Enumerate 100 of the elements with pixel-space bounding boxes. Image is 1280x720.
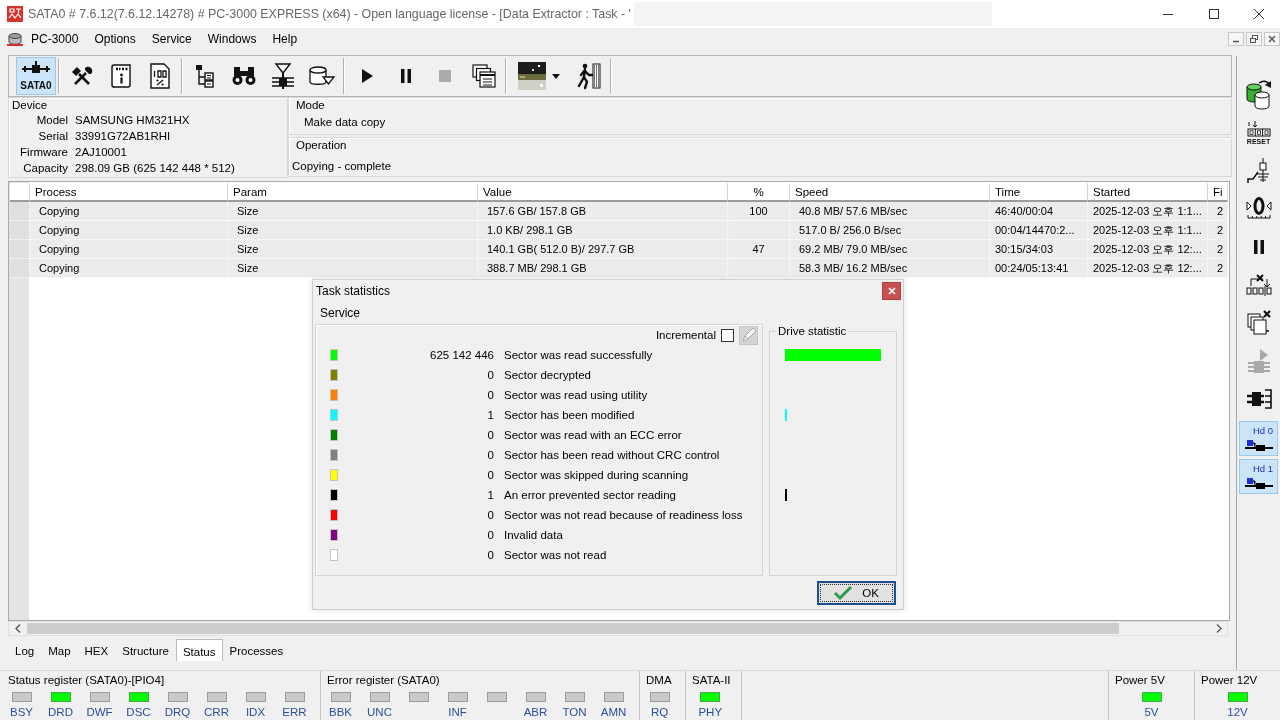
tab[interactable]: HEX [77,641,116,661]
table-cell: 2 [1208,259,1228,278]
table-cell: 1.0 KB/ 298.1 GB [478,221,728,240]
table-cell: 140.1 GB( 512.0 B)/ 297.7 GB [478,240,728,259]
table-cell: 30:15/34:03 [990,240,1088,259]
close-button[interactable] [1264,32,1280,46]
checkbox-label: Incremental [655,329,716,341]
sector-count: 0 [486,369,494,381]
counter-icon [1245,274,1272,296]
led-label: AMN [600,705,627,719]
table-cell: 2 [1208,202,1228,221]
pause-icon [1252,239,1265,255]
sector-status-label: Sector has been read without CRC control [504,449,720,461]
table-cell: 157.6 GB/ 157.8 GB [478,202,728,221]
binoculars-icon [231,66,256,86]
group-title: SATA-II [691,673,732,688]
led-label: UNC [367,705,392,719]
column-header[interactable]: Process [30,183,228,202]
sector-count: 0 [486,389,494,401]
table-cell: 00:04/14470:2... [990,221,1088,240]
funnel-lines-icon [270,63,295,89]
tab[interactable]: Structure [115,641,176,661]
menu-item[interactable]: Options [86,29,144,49]
group-title: Status register (SATA0)-[PIO4] [7,673,166,688]
tab[interactable]: Status [175,639,223,661]
led-label: BBK [329,705,352,719]
table-cell: Size [228,240,478,259]
column-header[interactable]: Fi [1208,183,1228,202]
sector-count: 0 [486,449,494,461]
table-cell: Size [228,202,478,221]
port-button[interactable]: SATA0 [16,57,56,95]
led-label: DSC [126,705,151,719]
tab[interactable]: Processes [222,641,291,661]
table-cell: 2 [1208,240,1228,259]
table-cell: 40.8 MB/ 57.6 MB/sec [790,202,990,221]
field-label: Capacity [22,161,68,176]
column-header[interactable]: Time [990,183,1088,202]
tab[interactable]: Log [8,641,42,661]
head-button[interactable]: Hd 0 [1239,421,1278,456]
sector-status-label: Sector decrypted [504,369,591,381]
windows-close-icon [1246,310,1271,336]
image-thumbnail-icon [518,62,546,90]
window-title: SATA0 # 7.6.12(7.6.12.14278) # PC-3000 EXPRESS (x64) - Open language license - [Data Extractor : Task - ' [28,7,631,21]
menu-item[interactable]: Service [313,303,367,323]
column-header[interactable]: Param [228,183,478,202]
head-button[interactable]: Hd 1 [1239,459,1278,494]
scrollbar-thumb[interactable] [27,623,1119,634]
restore-button[interactable] [1246,32,1262,46]
stop-icon [437,69,452,83]
column-header[interactable]: Value [478,183,728,202]
table-cell: Copying [30,240,228,259]
led-label: 5V [1144,705,1159,719]
restore-icon [1250,35,1258,43]
table-corner[interactable] [10,183,30,202]
menu-item[interactable]: Help [264,29,306,49]
column-header[interactable]: Speed [790,183,990,202]
sector-status-label: Sector was skipped during scanning [504,469,689,481]
column-header[interactable]: Started [1088,183,1208,202]
led-label: ERR [282,705,307,719]
caret-icon [552,73,560,79]
tab[interactable]: Map [41,641,78,661]
menu-item[interactable]: PC-3000 [23,29,87,49]
led-label: DWF [86,705,113,719]
table-cell: Copying [30,221,228,240]
close-button[interactable] [882,282,901,300]
windows-icon [471,64,496,88]
sector-status-label: Sector was read with an ECC error [504,429,682,441]
field-value: 298.09 GB (625 142 448 * 512) [75,161,236,176]
field-label: Serial [37,129,68,144]
pause-icon [399,68,412,84]
menu-item[interactable]: Windows [199,29,265,49]
walking-person-icon [576,63,601,89]
sector-status-label: Sector was read successfully [504,349,653,361]
led-label: BSY [10,705,33,719]
table-cell: 100 [728,202,790,221]
table-cell: 2025-12-03 오후 1:1... [1088,202,1208,221]
sector-count: 625 142 446 [429,349,494,361]
sector-count: 1 [486,489,494,501]
incremental-checkbox[interactable] [721,328,734,342]
minimize-button[interactable] [1228,32,1244,46]
sector-count: 0 [486,549,494,561]
table-cell: 2025-12-03 오후 12:... [1088,259,1208,278]
table-cell: 00:24/05:13:41 [990,259,1088,278]
column-header[interactable]: % [728,183,790,202]
table-cell: 2025-12-03 오후 1:1... [1088,221,1208,240]
menu-item[interactable]: Service [143,29,200,49]
sector-count: 0 [486,509,494,521]
led-label: PHY [698,705,723,719]
table-cell: 69.2 MB/ 79.0 MB/sec [790,240,990,259]
close-icon [887,287,896,295]
operation-value: Copying - complete [292,160,393,172]
maximize-icon [1209,9,1219,19]
ok-button[interactable]: OK [817,581,896,605]
group-title: Drive statistic [777,324,848,338]
sector-count: 0 [486,469,494,481]
led-label: TON [562,705,587,719]
table-cell: 46:40/00:04 [990,202,1088,221]
sector-status-label: An error prevented sector reading [504,489,676,501]
led-label: DRD [48,705,73,719]
table-cell: 388.7 MB/ 298.1 GB [478,259,728,278]
